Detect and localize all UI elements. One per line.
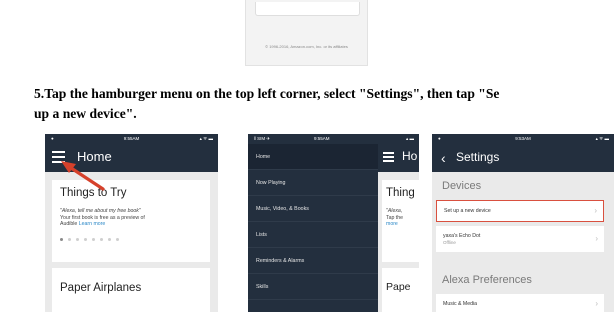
back-icon[interactable]: ‹ [441, 151, 446, 165]
app-bar: Home [45, 144, 218, 172]
previous-step-screenshot: © 1996-2016, Amazon.com, Inc. or its aff… [245, 0, 368, 66]
menu-item-now-playing[interactable]: Now Playing [248, 170, 378, 196]
setup-new-device-row[interactable]: Set up a new device › [436, 200, 604, 222]
status-bar: ● 9:55AM ▴ ᯤ ▬ [45, 134, 218, 144]
app-bar: ‹ Settings [432, 144, 614, 172]
things-to-try-card: Thing "Alexa, Tap the more [382, 180, 419, 262]
card-body: "Alexa, tell me about my free book" Your… [60, 208, 205, 228]
home-screen: ● 9:55AM ▴ ᯤ ▬ Home Things to Try "Alexa… [45, 134, 218, 312]
copyright-text: © 1996-2016, Amazon.com, Inc. or its aff… [265, 44, 348, 49]
status-icons: ▴ ▬ [405, 136, 414, 141]
card-title: Thing [386, 187, 415, 199]
things-to-try-card[interactable]: Things to Try "Alexa, tell me about my f… [52, 180, 210, 262]
learn-more-link[interactable]: Learn more [79, 221, 106, 227]
devices-section-label: Devices [442, 180, 482, 192]
app-bar: Ho [378, 144, 419, 172]
alexa-preferences-label: Alexa Preferences [442, 274, 532, 286]
row-label: Set up a new device [444, 208, 491, 214]
status-time: 9:53AM [515, 136, 531, 141]
input-field [255, 2, 360, 16]
menu-item-reminders-alarms[interactable]: Reminders & Alarms [248, 248, 378, 274]
menu-item-home[interactable]: Home [248, 144, 378, 170]
paper-airplanes-card: Pape [382, 268, 419, 312]
paper-airplanes-card[interactable]: Paper Airplanes [52, 268, 210, 312]
card-title: Pape [386, 281, 411, 293]
status-bar: ● 9:53AM ▴ ᯤ ▬ [432, 134, 614, 144]
card-title: Things to Try [60, 187, 127, 199]
hamburger-menu-icon[interactable] [383, 152, 394, 162]
row-label: yaxa's Echo Dot [443, 233, 481, 239]
menu-item-lists[interactable]: Lists [248, 222, 378, 248]
instruction-line-1: 5.Tap the hamburger menu on the top left… [34, 86, 500, 101]
status-icons: ▴ ᯤ ▬ [595, 136, 609, 141]
chevron-right-icon: › [594, 206, 597, 215]
hamburger-menu-icon[interactable] [52, 151, 65, 163]
status-time: 9:55AM [123, 136, 140, 141]
settings-screen: ● 9:53AM ▴ ᯤ ▬ ‹ Settings Devices Set up… [432, 134, 614, 312]
navigation-drawer: Home Now Playing Music, Video, & Books L… [248, 144, 378, 312]
status-icons: ▴ ᯤ ▬ [199, 136, 213, 141]
page-title: Ho [402, 149, 418, 163]
step-instruction: 5.Tap the hamburger menu on the top left… [34, 84, 614, 124]
card-body: "Alexa, Tap the more [386, 208, 404, 227]
echo-dot-row[interactable]: yaxa's Echo Dot Offline › [436, 226, 604, 252]
chevron-right-icon: › [595, 234, 598, 243]
status-left: ǁ SIM ✈ [254, 136, 271, 141]
row-status: Offline [443, 240, 456, 245]
page-title: Settings [456, 150, 500, 164]
menu-item-skills[interactable]: Skills [248, 274, 378, 300]
menu-screen: ǁ SIM ✈ 9:55AM ▴ ▬ Home Now Playing Musi… [248, 134, 419, 312]
status-time: 9:55AM [314, 136, 330, 141]
card-line: Audible Learn more [60, 221, 106, 227]
row-label: Music & Media [443, 301, 478, 307]
instruction-line-2: up a new device". [34, 106, 137, 121]
chevron-right-icon: › [595, 299, 598, 308]
carousel-dots [60, 238, 119, 241]
home-screen-peek: Ho Thing "Alexa, Tap the more Pape [378, 144, 419, 312]
menu-item-music-video-books[interactable]: Music, Video, & Books [248, 196, 378, 222]
music-media-row[interactable]: Music & Media › [436, 294, 604, 312]
card-title: Paper Airplanes [60, 282, 142, 294]
page-title: Home [77, 149, 112, 164]
status-bar: ǁ SIM ✈ 9:55AM ▴ ▬ [248, 134, 419, 144]
